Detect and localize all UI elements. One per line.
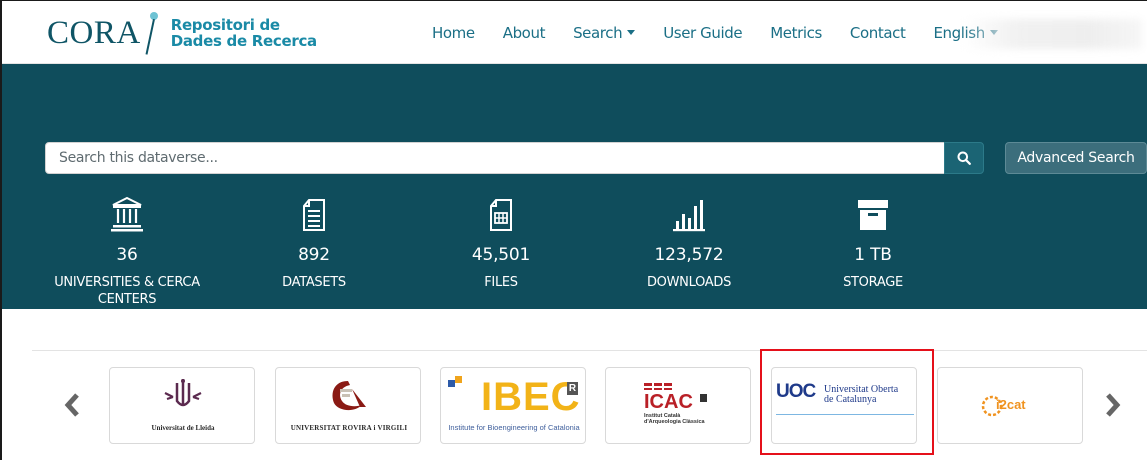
hero-banner: Search this dataverse... Advanced Search… <box>2 64 1147 309</box>
stat-downloads: 123,572 DOWNLOADS <box>614 192 764 291</box>
i2cat-wordmark: i2cat <box>996 397 1026 412</box>
nav-home[interactable]: Home <box>432 24 475 42</box>
icac-wordmark: ICAC <box>644 391 693 413</box>
stat-files: 45,501 FILES <box>426 192 576 291</box>
nav-search-dropdown[interactable]: Search <box>573 24 636 42</box>
logo-caption: Institut Català d'Arqueologia Clàssica <box>644 413 705 425</box>
icac-emblem-icon <box>644 383 672 390</box>
logo-card-icac[interactable]: ICAC Institut Català d'Arqueologia Clàss… <box>605 367 751 444</box>
nav-user-guide[interactable]: User Guide <box>663 24 742 42</box>
blurred-account-area <box>962 19 1142 49</box>
chevron-right-icon <box>1106 393 1121 417</box>
brand-mark-icon <box>143 10 165 56</box>
bar-chart-icon <box>673 200 705 232</box>
advanced-search-button[interactable]: Advanced Search <box>1005 142 1147 174</box>
main-nav: Home About Search User Guide Metrics Con… <box>432 1 1026 64</box>
section-divider <box>32 350 1147 351</box>
carousel-next-button[interactable] <box>1104 391 1122 419</box>
stat-universities: 36 UNIVERSITIES & CERCA CENTERS <box>52 192 202 308</box>
udl-emblem-icon <box>164 379 202 407</box>
archive-box-icon <box>858 200 888 230</box>
carousel-prev-button[interactable] <box>63 391 81 419</box>
caret-down-icon <box>627 29 636 35</box>
brand-subtitle: Repositori de Dades de Recerca <box>170 16 317 50</box>
ibec-emblem-icon <box>448 376 462 387</box>
top-navbar: CORA Repositori de Dades de Recerca Home… <box>2 1 1147 64</box>
search-button[interactable] <box>944 142 984 174</box>
nav-metrics[interactable]: Metrics <box>770 24 822 42</box>
brand-name: CORA <box>47 14 141 51</box>
document-icon <box>303 199 325 231</box>
stat-datasets: 892 DATASETS <box>239 192 389 291</box>
ibec-wordmark: IBEC <box>481 375 581 419</box>
ibec-registered-badge: R <box>567 382 578 395</box>
nav-about[interactable]: About <box>503 24 546 42</box>
chevron-left-icon <box>64 393 79 417</box>
logo-card-i2cat[interactable]: i2cat <box>937 367 1083 444</box>
search-input[interactable]: Search this dataverse... <box>45 142 945 174</box>
logo-caption: Institute for Bioengineering of Cataloni… <box>448 423 580 432</box>
logo-caption: Universitat de Lleida <box>151 424 215 432</box>
search-icon <box>957 151 971 165</box>
highlight-box <box>760 349 934 455</box>
nav-contact[interactable]: Contact <box>850 24 906 42</box>
logo-caption: UNIVERSITAT ROVIRA i VIRGILI <box>290 424 408 432</box>
logo-card-udl[interactable]: Universitat de Lleida <box>109 367 255 444</box>
icac-square <box>700 394 707 402</box>
logo-card-urv[interactable]: UNIVERSITAT ROVIRA i VIRGILI <box>275 367 421 444</box>
logo-card-ibec[interactable]: IBEC R Institute for Bioengineering of C… <box>440 367 586 444</box>
university-icon <box>111 196 143 232</box>
stat-storage: 1 TB STORAGE <box>798 192 948 291</box>
urv-emblem-icon <box>332 381 366 411</box>
file-table-icon <box>490 199 512 231</box>
brand-logo[interactable]: CORA Repositori de Dades de Recerca <box>47 10 317 56</box>
